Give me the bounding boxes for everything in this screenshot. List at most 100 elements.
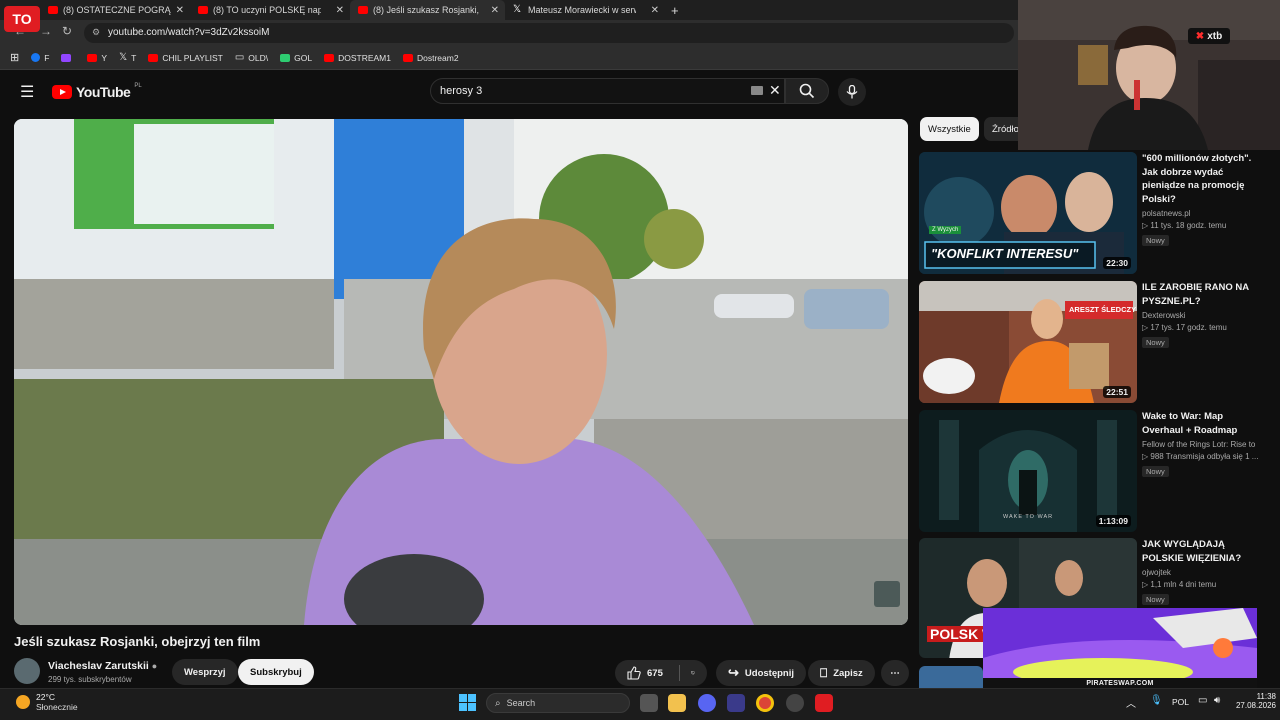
- thumbnail-text: WAKE TO WAR: [1003, 514, 1054, 520]
- video-title: Jeśli szukasz Rosjanki, obejrzyj ten fil…: [14, 634, 261, 649]
- stream-logo-text: TO: [12, 11, 32, 27]
- youtube-logo[interactable]: YouTube PL: [52, 83, 142, 100]
- keyboard-icon[interactable]: [751, 86, 763, 95]
- weather-condition: Słonecznie: [36, 702, 78, 712]
- bookmark-item[interactable]: 𝕏T: [119, 52, 136, 63]
- search-button[interactable]: [785, 78, 829, 104]
- recommendation-title[interactable]: ILE ZAROBIĘ RANO NA PYSZNE.PL?: [1142, 281, 1258, 308]
- youtube-icon: [358, 6, 368, 14]
- file-explorer-icon[interactable]: [668, 694, 686, 712]
- close-icon[interactable]: ✕: [336, 5, 350, 16]
- close-icon[interactable]: ✕: [651, 5, 665, 16]
- sponsor-label: xtb: [1207, 30, 1223, 42]
- recommendation-channel[interactable]: ojwojtek: [1142, 568, 1258, 577]
- save-button[interactable]: ⎕ Zapisz: [808, 660, 875, 686]
- app-icon[interactable]: [727, 694, 745, 712]
- browser-tab[interactable]: (8) OSTATECZNE POGRĄŻENIE ✕: [40, 0, 190, 20]
- video-thumbnail[interactable]: ARESZT ŚLEDCZY 22:51: [919, 281, 1137, 403]
- recommendation-channel[interactable]: Dexterowski: [1142, 311, 1258, 320]
- site-info-icon[interactable]: ⚙: [92, 27, 100, 38]
- recommendation-channel[interactable]: Fellow of the Rings Lotr: Rise to ...: [1142, 440, 1258, 449]
- video-thumbnail[interactable]: WAKE TO WAR 1:13:09: [919, 410, 1137, 532]
- search-placeholder: Search: [506, 698, 536, 708]
- video-thumbnail-partial[interactable]: [919, 666, 983, 688]
- logo-region: PL: [134, 83, 142, 89]
- recommendation-title[interactable]: JAK WYGLĄDAJĄ POLSKIE WIĘZIENIA?: [1142, 538, 1258, 565]
- url-field[interactable]: youtube.com/watch?v=3dZv2kssoiM: [84, 23, 1014, 43]
- chip-all[interactable]: Wszystkie: [920, 117, 979, 141]
- more-actions-button[interactable]: ⋯: [881, 660, 909, 686]
- recommendation-item[interactable]: Z Wyzych "KONFLIKT INTERESU" 22:30 "600 …: [919, 152, 1280, 276]
- support-button[interactable]: Wesprzyj: [172, 659, 238, 685]
- clear-search-icon[interactable]: ✕: [769, 82, 781, 99]
- reload-icon[interactable]: ↻: [62, 24, 72, 38]
- share-button[interactable]: ↪ Udostępnij: [716, 660, 806, 686]
- weather-widget[interactable]: 22°C Słonecznie: [16, 692, 78, 712]
- browser-tab[interactable]: 𝕏 Mateusz Morawiecki w serwisie ✕: [505, 0, 665, 20]
- thumbnail-text: ARESZT ŚLEDCZY: [1069, 305, 1137, 314]
- webcam-image: [1018, 0, 1280, 150]
- bookmark-item[interactable]: Dostream2: [402, 52, 459, 63]
- task-view-icon[interactable]: [640, 694, 658, 712]
- new-tab-button[interactable]: +: [667, 0, 687, 20]
- thumbs-down-icon[interactable]: [691, 666, 695, 680]
- forward-icon[interactable]: →: [40, 24, 52, 38]
- recommendation-item[interactable]: ARESZT ŚLEDCZY 22:51 ILE ZAROBIĘ RANO NA…: [919, 281, 1280, 405]
- chrome-icon[interactable]: [756, 694, 774, 712]
- search-input[interactable]: herosy 3: [430, 78, 785, 104]
- meta-text: 1,1 mln 4 dni temu: [1150, 580, 1217, 589]
- browser-tab[interactable]: (8) TO uczyni POLSKĘ naprawdę ✕: [190, 0, 350, 20]
- recommendation-title[interactable]: Wake to War: Map Overhaul + Roadmap: [1142, 410, 1258, 437]
- like-button[interactable]: 675: [627, 666, 663, 680]
- bookmark-item[interactable]: CHIL PLAYLIST: [148, 53, 223, 63]
- search-icon: [799, 83, 815, 99]
- bookmark-item[interactable]: F: [31, 53, 49, 63]
- tab-title: (8) OSTATECZNE POGRĄŻENIE: [63, 5, 171, 15]
- subscribe-button[interactable]: Subskrybuj: [238, 659, 314, 685]
- meta-text: 988 Transmisja odbyła się 1 ...: [1150, 452, 1258, 461]
- bookmark-icon: ⎕: [820, 665, 828, 680]
- mic-tray-icon[interactable]: 🎙︎: [1150, 695, 1163, 706]
- menu-icon[interactable]: ☰: [20, 82, 34, 102]
- xtb-logo-icon: ✖: [1195, 30, 1205, 42]
- bookmark-label: Y: [101, 52, 108, 63]
- bookmark-item[interactable]: [61, 53, 75, 62]
- taskbar-search[interactable]: ⌕ Search: [486, 693, 630, 713]
- channel-name[interactable]: Viacheslav Zarutskii ●: [48, 660, 157, 672]
- recommendation-item[interactable]: WAKE TO WAR 1:13:09 Wake to War: Map Ove…: [919, 410, 1280, 534]
- bookmark-item[interactable]: Y: [87, 53, 107, 63]
- volume-icon[interactable]: 🔊︎: [1214, 695, 1220, 706]
- bookmark-label: Dostream2: [416, 52, 459, 63]
- network-icon[interactable]: ▭: [1198, 695, 1207, 706]
- bookmark-item[interactable]: GOL: [280, 53, 312, 63]
- logo-text: YouTube: [76, 84, 131, 100]
- bookmark-label: T: [131, 52, 137, 63]
- obs-icon[interactable]: [786, 694, 804, 712]
- bookmark-folder[interactable]: ▭ OLD\: [235, 52, 268, 63]
- windows-start-button[interactable]: [459, 694, 476, 716]
- more-icon: ⋯: [890, 667, 900, 679]
- apps-icon[interactable]: ⊞: [10, 51, 19, 64]
- app-red-icon[interactable]: [815, 694, 833, 712]
- discord-icon[interactable]: [698, 694, 716, 712]
- language-indicator[interactable]: POL: [1172, 697, 1189, 707]
- video-thumbnail[interactable]: Z Wyzych "KONFLIKT INTERESU" 22:30: [919, 152, 1137, 274]
- verified-icon: ●: [151, 661, 158, 671]
- voice-search-button[interactable]: [838, 78, 866, 106]
- browser-tab-active[interactable]: (8) Jeśli szukasz Rosjanki, obejrz ✕: [350, 0, 505, 20]
- bookmark-item[interactable]: DOSTREAM1: [324, 53, 391, 63]
- new-badge: Nowy: [1142, 337, 1169, 348]
- video-player[interactable]: [14, 119, 908, 625]
- channel-avatar[interactable]: [14, 658, 40, 684]
- bookmark-label: GOL: [294, 52, 313, 63]
- stream-logo: TO: [4, 6, 40, 32]
- recommendation-channel[interactable]: polsatnews.pl: [1142, 209, 1258, 218]
- duration-badge: 22:30: [1103, 257, 1131, 269]
- system-clock[interactable]: 11:38 27.08.2026: [1232, 692, 1276, 710]
- close-icon[interactable]: ✕: [176, 5, 190, 16]
- youtube-icon: [48, 6, 58, 14]
- close-icon[interactable]: ✕: [491, 5, 505, 16]
- tray-chevron-icon[interactable]: ︿: [1126, 695, 1136, 710]
- recommendation-title[interactable]: "600 millionów złotych". Jak dobrze wyda…: [1142, 152, 1258, 206]
- folder-icon: ▭: [234, 52, 245, 63]
